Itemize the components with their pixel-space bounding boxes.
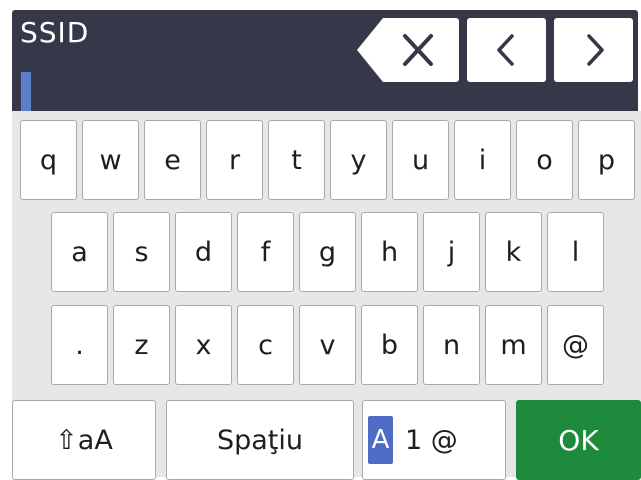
key-w[interactable]: w bbox=[82, 120, 139, 200]
key-r[interactable]: r bbox=[206, 120, 263, 200]
key-k[interactable]: k bbox=[485, 212, 542, 292]
key-n[interactable]: n bbox=[423, 305, 480, 385]
shift-case-button[interactable]: ⇧aA bbox=[12, 400, 156, 480]
key-l[interactable]: l bbox=[547, 212, 604, 292]
key-period[interactable]: . bbox=[51, 305, 108, 385]
space-label: Spaţiu bbox=[216, 424, 304, 456]
chevron-right-icon bbox=[586, 34, 604, 66]
key-c[interactable]: c bbox=[237, 305, 294, 385]
key-z[interactable]: z bbox=[113, 305, 170, 385]
ssid-input-panel[interactable]: SSID bbox=[12, 10, 638, 114]
keyboard-screen: SSID q w e r t y u i o p a s d f g h j k… bbox=[0, 0, 641, 480]
backspace-icon bbox=[357, 18, 459, 82]
ok-label: OK bbox=[558, 423, 599, 457]
key-y[interactable]: y bbox=[330, 120, 387, 200]
key-j[interactable]: j bbox=[423, 212, 480, 292]
text-cursor bbox=[21, 72, 31, 114]
key-g[interactable]: g bbox=[299, 212, 356, 292]
on-screen-keyboard: q w e r t y u i o p a s d f g h j k l . … bbox=[12, 111, 641, 480]
key-q[interactable]: q bbox=[20, 120, 77, 200]
key-b[interactable]: b bbox=[361, 305, 418, 385]
ok-button[interactable]: OK bbox=[516, 400, 641, 480]
cursor-left-button[interactable] bbox=[467, 18, 546, 82]
mode-active-letters: A bbox=[368, 416, 393, 464]
key-h[interactable]: h bbox=[361, 212, 418, 292]
input-label: SSID bbox=[20, 16, 90, 49]
key-e[interactable]: e bbox=[144, 120, 201, 200]
key-at[interactable]: @ bbox=[547, 305, 604, 385]
shift-case-label: ⇧aA bbox=[55, 424, 113, 456]
key-m[interactable]: m bbox=[485, 305, 542, 385]
input-mode-button[interactable]: A 1 @ bbox=[362, 400, 506, 480]
key-p[interactable]: p bbox=[578, 120, 635, 200]
key-a[interactable]: a bbox=[51, 212, 108, 292]
cursor-right-button[interactable] bbox=[554, 18, 633, 82]
key-u[interactable]: u bbox=[392, 120, 449, 200]
key-d[interactable]: d bbox=[175, 212, 232, 292]
backspace-button[interactable] bbox=[357, 18, 459, 82]
mode-other-options: 1 @ bbox=[405, 424, 458, 456]
key-s[interactable]: s bbox=[113, 212, 170, 292]
key-v[interactable]: v bbox=[299, 305, 356, 385]
chevron-left-icon bbox=[496, 34, 514, 66]
key-x[interactable]: x bbox=[175, 305, 232, 385]
key-f[interactable]: f bbox=[237, 212, 294, 292]
space-button[interactable]: Spaţiu bbox=[166, 400, 354, 480]
key-o[interactable]: o bbox=[516, 120, 573, 200]
key-t[interactable]: t bbox=[268, 120, 325, 200]
key-i[interactable]: i bbox=[454, 120, 511, 200]
